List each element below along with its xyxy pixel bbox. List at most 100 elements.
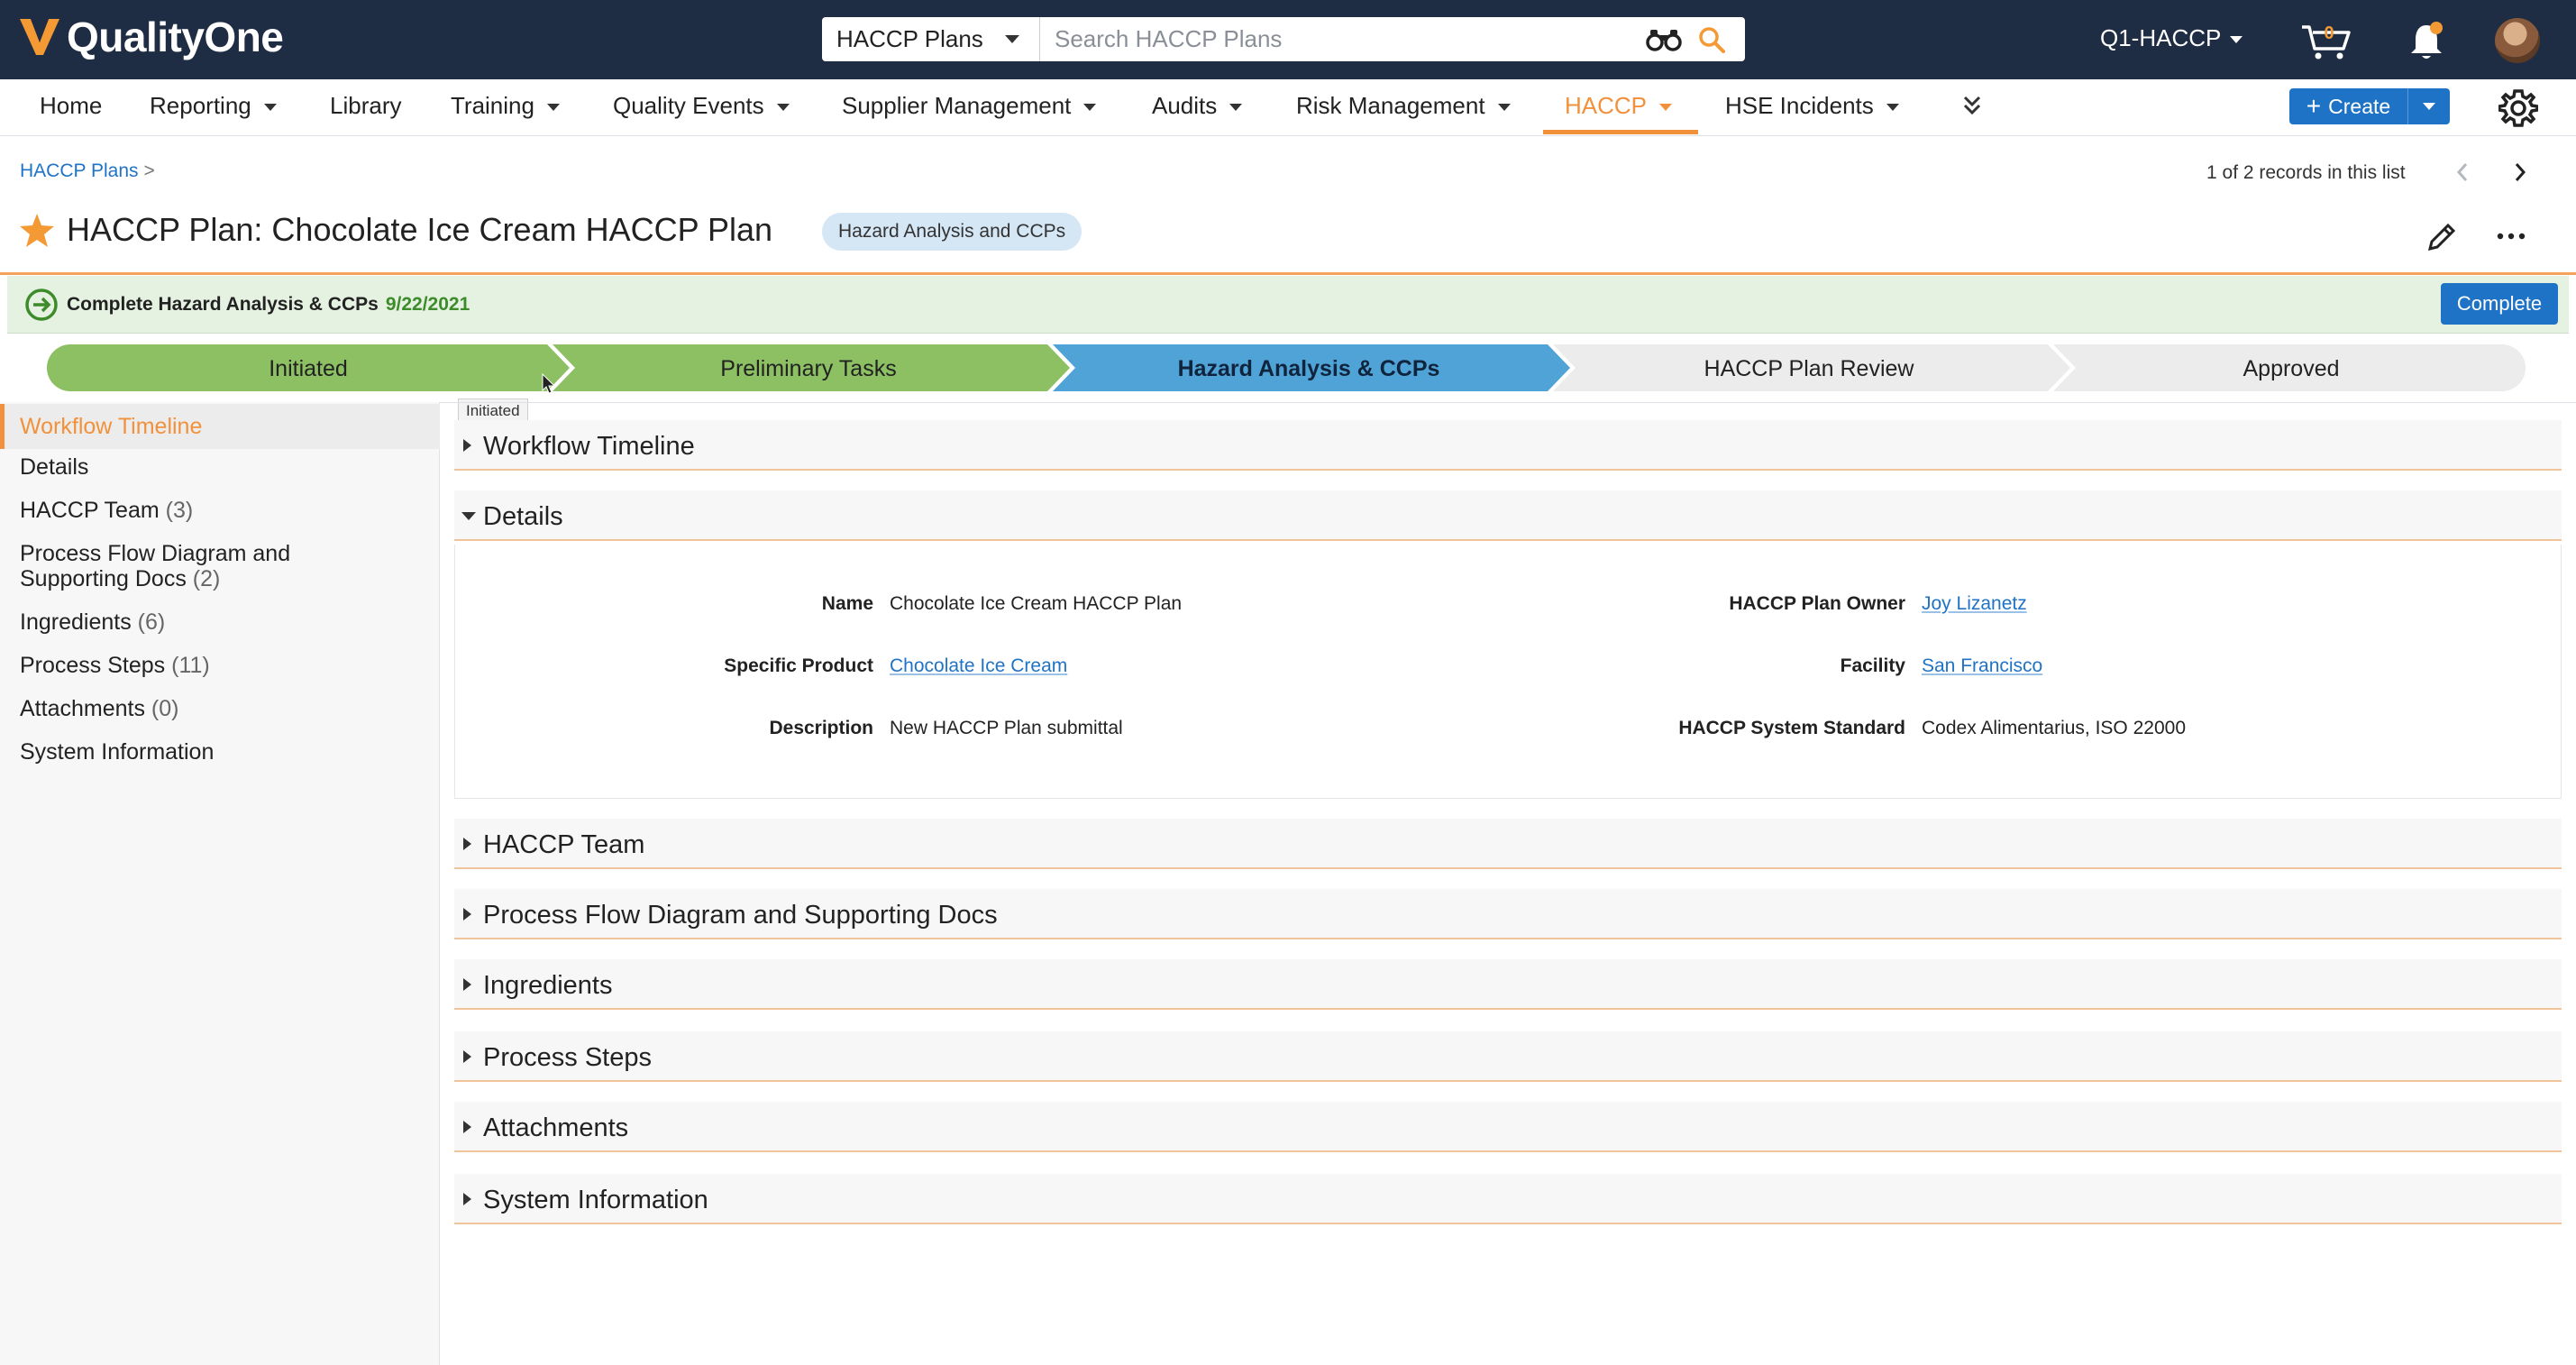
site-switcher[interactable]: Q1-HACCP (2100, 24, 2243, 52)
chevron-left-icon[interactable] (2452, 159, 2473, 186)
logo-icon (20, 19, 59, 55)
section-process-steps[interactable]: Process Steps (454, 1031, 2562, 1082)
field-value-facility[interactable]: San Francisco (1922, 655, 2042, 677)
nav-supplier-management[interactable]: Supplier Management (842, 92, 1097, 120)
chevron-down-icon (1005, 35, 1019, 43)
field-label-system-standard: HACCP System Standard (1678, 718, 1905, 738)
stage-haccp-plan-review[interactable]: HACCP Plan Review (1566, 356, 2052, 382)
sidebar-item-system-information[interactable]: System Information (0, 739, 440, 765)
mouse-cursor-icon (542, 373, 556, 394)
field-value-specific-product[interactable]: Chocolate Ice Cream (890, 655, 1067, 677)
binoculars-icon[interactable] (1646, 27, 1682, 52)
sidebar-item-details[interactable]: Details (0, 454, 440, 480)
chevron-down-icon (1229, 104, 1243, 112)
sidebar-item-ingredients[interactable]: Ingredients (6) (0, 609, 440, 635)
stage-hazard-analysis[interactable]: Hazard Analysis & CCPs (1065, 356, 1552, 382)
sidebar-item-haccp-team[interactable]: HACCP Team (3) (0, 498, 440, 523)
breadcrumb: HACCP Plans > (20, 160, 155, 182)
notification-dot (2430, 22, 2443, 34)
sidebar-item-count: (0) (151, 696, 179, 721)
nav-audits[interactable]: Audits (1152, 92, 1243, 120)
status-badge: Hazard Analysis and CCPs (822, 213, 1082, 251)
section-title: Details (483, 502, 563, 531)
section-details[interactable]: Details (454, 490, 2562, 541)
nav-training[interactable]: Training (451, 92, 560, 120)
chevron-down-icon (263, 104, 277, 112)
cart-count-badge: 0 (2324, 23, 2334, 43)
double-chevron-down-icon[interactable] (1961, 92, 1983, 119)
caret-right-icon (463, 1193, 471, 1205)
avatar[interactable] (2495, 18, 2540, 63)
sidebar-item-workflow-timeline[interactable]: Workflow Timeline (0, 404, 440, 449)
nav-library[interactable]: Library (330, 92, 401, 120)
step-name: Complete Hazard Analysis & CCPs (67, 294, 379, 315)
nav-reporting[interactable]: Reporting (150, 92, 277, 120)
stage-initiated[interactable]: Initiated (65, 356, 552, 382)
page-title: HACCP Plan: Chocolate Ice Cream HACCP Pl… (67, 211, 772, 248)
plus-icon: + (2306, 92, 2322, 120)
record-position: 1 of 2 records in this list (2206, 162, 2406, 183)
sidebar-item-attachments[interactable]: Attachments (0) (0, 696, 440, 721)
section-attachments[interactable]: Attachments (454, 1102, 2562, 1152)
section-title: System Information (483, 1186, 708, 1214)
sidebar-item-label: Ingredients (20, 609, 132, 635)
section-workflow-timeline[interactable]: Workflow Timeline (454, 420, 2562, 471)
section-ingredients[interactable]: Ingredients (454, 959, 2562, 1010)
sidebar-item-count: (3) (165, 498, 194, 523)
gear-icon[interactable] (2498, 88, 2538, 128)
breadcrumb-haccp-plans[interactable]: HACCP Plans (20, 160, 139, 181)
logo[interactable]: QualityOne (18, 13, 284, 61)
more-icon[interactable] (2493, 225, 2529, 247)
chevron-right-icon[interactable] (2509, 159, 2531, 186)
create-main-button[interactable]: + Create (2289, 88, 2408, 124)
nav-risk-management-label: Risk Management (1296, 92, 1485, 119)
caret-right-icon (463, 439, 471, 452)
breadcrumb-separator: > (143, 160, 155, 181)
sidebar-item-process-flow[interactable]: Process Flow Diagram and Supporting Docs … (0, 541, 440, 591)
create-dropdown-button[interactable] (2408, 88, 2450, 124)
caret-right-icon (463, 838, 471, 850)
chevron-down-icon (776, 104, 790, 112)
star-icon[interactable] (18, 213, 56, 249)
step-banner-text: Complete Hazard Analysis & CCPs 9/22/2021 (67, 294, 470, 316)
nav-home-label: Home (40, 92, 103, 119)
complete-button[interactable]: Complete (2441, 283, 2558, 325)
caret-right-icon (463, 1121, 471, 1133)
nav-audits-label: Audits (1152, 92, 1218, 119)
field-value-name: Chocolate Ice Cream HACCP Plan (890, 593, 1183, 614)
section-title: Workflow Timeline (483, 432, 695, 461)
create-label: Create (2328, 94, 2391, 118)
nav-risk-management[interactable]: Risk Management (1296, 92, 1511, 120)
chevron-down-icon (1659, 104, 1673, 112)
search-scope-select[interactable]: HACCP Plans (822, 17, 1040, 61)
sidebar-item-process-steps[interactable]: Process Steps (11) (0, 653, 440, 678)
field-value-description: New HACCP Plan submittal (890, 718, 1123, 738)
nav-hse-incidents[interactable]: HSE Incidents (1725, 92, 1899, 120)
section-haccp-team[interactable]: HACCP Team (454, 819, 2562, 869)
field-label-specific-product: Specific Product (724, 655, 873, 676)
search-input[interactable] (1040, 17, 1646, 61)
sidebar-item-count: (2) (192, 566, 221, 591)
nav-home[interactable]: Home (40, 92, 102, 120)
section-title: Ingredients (483, 971, 613, 1000)
section-system-information[interactable]: System Information (454, 1174, 2562, 1224)
caret-right-icon (463, 908, 471, 921)
create-button: + Create (2289, 88, 2450, 124)
stage-preliminary-tasks[interactable]: Preliminary Tasks (565, 356, 1052, 382)
section-process-flow[interactable]: Process Flow Diagram and Supporting Docs (454, 889, 2562, 939)
sidebar-item-count: (6) (137, 609, 166, 635)
nav-haccp[interactable]: HACCP (1565, 92, 1673, 120)
field-value-plan-owner[interactable]: Joy Lizanetz (1922, 593, 2027, 615)
workflow-path: Initiated Preliminary Tasks Hazard Analy… (47, 344, 2526, 391)
pencil-icon[interactable] (2425, 220, 2459, 254)
chevron-down-icon (2423, 103, 2435, 110)
active-nav-indicator (1543, 130, 1698, 134)
nav-training-label: Training (451, 92, 534, 119)
search-icon[interactable] (1698, 26, 1725, 53)
sidebar-item-label: Details (20, 454, 89, 480)
sidebar-item-label: Process Steps (20, 653, 166, 678)
nav-quality-events[interactable]: Quality Events (613, 92, 790, 120)
stage-approved[interactable]: Approved (2048, 356, 2535, 382)
chevron-down-icon (2230, 36, 2243, 44)
sidebar-item-label: HACCP Team (20, 498, 160, 523)
